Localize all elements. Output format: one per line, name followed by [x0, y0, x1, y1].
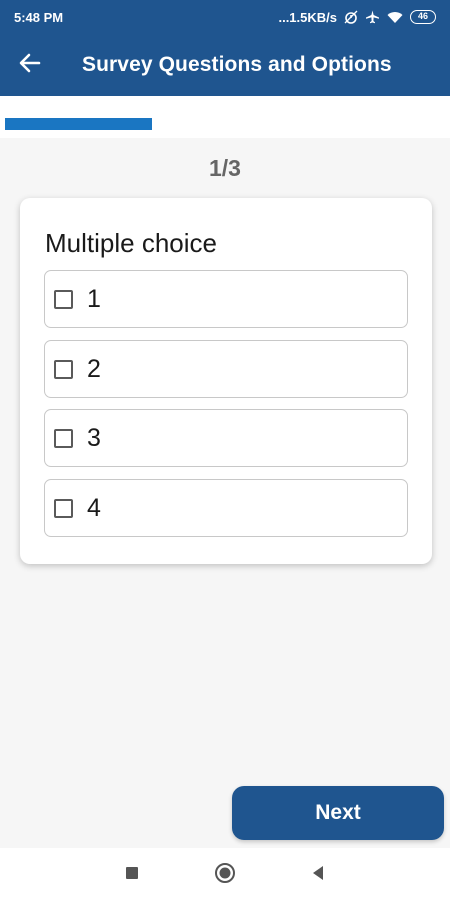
progress-bar-fill: [5, 118, 152, 130]
system-nav-bar: [0, 848, 450, 900]
back-button[interactable]: [0, 34, 60, 96]
option-1[interactable]: 1: [44, 270, 408, 328]
battery-icon: 46: [410, 10, 436, 24]
checkbox[interactable]: [54, 498, 73, 518]
checkbox[interactable]: [54, 428, 73, 448]
checkbox[interactable]: [54, 359, 73, 379]
status-bar: 5:48 PM ...1.5KB/s 46: [0, 0, 450, 34]
nav-back-button[interactable]: [305, 862, 331, 888]
page-counter: 1/3: [209, 155, 241, 181]
page-title: Survey Questions and Options: [82, 53, 392, 76]
option-label: 2: [87, 354, 101, 383]
question-card: Multiple choice 1 2 3 4: [20, 198, 432, 564]
option-label: 3: [87, 423, 101, 452]
home-button[interactable]: [212, 862, 238, 888]
arrow-left-icon: [19, 53, 41, 78]
checkbox[interactable]: [54, 289, 73, 309]
progress-bar: [5, 118, 445, 130]
next-button[interactable]: Next: [232, 786, 444, 840]
option-2[interactable]: 2: [44, 340, 408, 398]
progress-area: [0, 96, 450, 138]
status-time: 5:48 PM: [14, 9, 64, 25]
question-title: Multiple choice: [45, 228, 217, 258]
option-3[interactable]: 3: [44, 409, 408, 467]
toolbar: Survey Questions and Options: [0, 34, 450, 96]
option-4[interactable]: 4: [44, 479, 408, 537]
back-triangle-icon: [311, 865, 325, 886]
home-circle-icon: [214, 862, 236, 889]
airplane-icon: [365, 10, 380, 24]
wifi-icon: [387, 11, 403, 24]
option-label: 1: [87, 284, 101, 313]
network-speed: ...1.5KB/s: [278, 9, 337, 25]
option-label: 4: [87, 493, 101, 522]
recents-button[interactable]: [119, 862, 145, 888]
alarm-icon: [344, 10, 358, 24]
recents-square-icon: [125, 866, 139, 885]
status-right-group: ...1.5KB/s 46: [278, 10, 436, 25]
app-header: 5:48 PM ...1.5KB/s 46 Survey Questions a…: [0, 0, 450, 96]
